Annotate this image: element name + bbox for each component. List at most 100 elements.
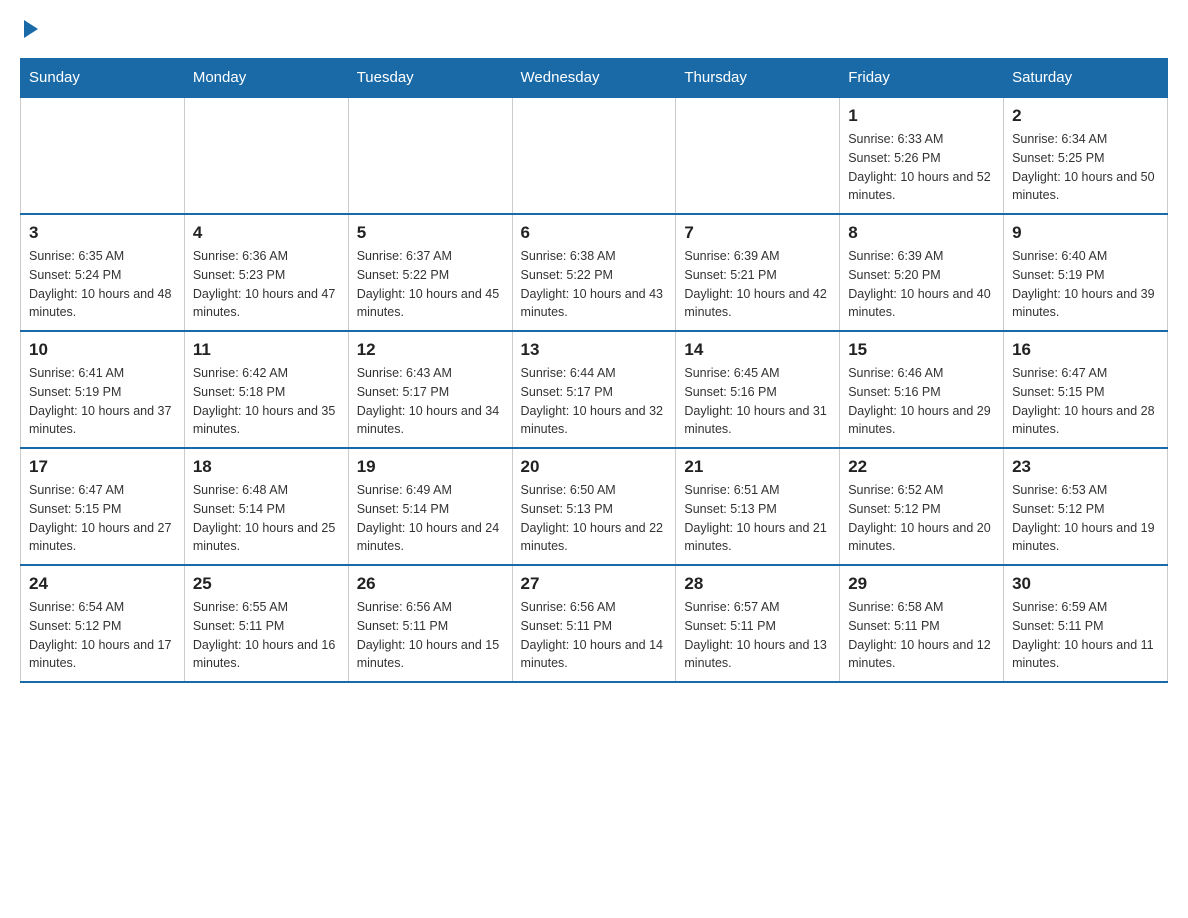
day-number: 19 bbox=[357, 457, 504, 477]
calendar-cell: 16 Sunrise: 6:47 AMSunset: 5:15 PMDayligh… bbox=[1004, 331, 1168, 448]
calendar-cell bbox=[184, 97, 348, 214]
day-info: Sunrise: 6:58 AMSunset: 5:11 PMDaylight:… bbox=[848, 598, 995, 673]
day-info: Sunrise: 6:42 AMSunset: 5:18 PMDaylight:… bbox=[193, 364, 340, 439]
calendar-cell bbox=[512, 97, 676, 214]
day-number: 13 bbox=[521, 340, 668, 360]
calendar-cell: 19Sunrise: 6:49 AMSunset: 5:14 PMDayligh… bbox=[348, 448, 512, 565]
day-number: 6 bbox=[521, 223, 668, 243]
calendar-week-4: 17 Sunrise: 6:47 AMSunset: 5:15 PMDayligh… bbox=[21, 448, 1168, 565]
day-number: 26 bbox=[357, 574, 504, 594]
day-info: Sunrise: 6:51 AMSunset: 5:13 PMDaylight:… bbox=[684, 481, 831, 556]
day-info: Sunrise: 6:54 AMSunset: 5:12 PMDaylight:… bbox=[29, 598, 176, 673]
day-number: 24 bbox=[29, 574, 176, 594]
day-info: Sunrise: 6:53 AMSunset: 5:12 PMDaylight:… bbox=[1012, 481, 1159, 556]
calendar-cell: 2Sunrise: 6:34 AMSunset: 5:25 PMDaylight… bbox=[1004, 97, 1168, 214]
day-info: Sunrise: 6:56 AMSunset: 5:11 PMDaylight:… bbox=[521, 598, 668, 673]
day-info: Sunrise: 6:37 AMSunset: 5:22 PMDaylight:… bbox=[357, 247, 504, 322]
calendar-week-2: 3 Sunrise: 6:35 AMSunset: 5:24 PMDaylight… bbox=[21, 214, 1168, 331]
page-header bbox=[20, 20, 1168, 38]
calendar-table: SundayMondayTuesdayWednesdayThursdayFrid… bbox=[20, 58, 1168, 683]
calendar-cell: 3 Sunrise: 6:35 AMSunset: 5:24 PMDaylight… bbox=[21, 214, 185, 331]
weekday-header-wednesday: Wednesday bbox=[512, 59, 676, 98]
day-info: Sunrise: 6:43 AMSunset: 5:17 PMDaylight:… bbox=[357, 364, 504, 439]
calendar-cell: 17 Sunrise: 6:47 AMSunset: 5:15 PMDayligh… bbox=[21, 448, 185, 565]
calendar-cell: 30 Sunrise: 6:59 AMSunset: 5:11 PMDayligh… bbox=[1004, 565, 1168, 682]
calendar-week-5: 24 Sunrise: 6:54 AMSunset: 5:12 PMDayligh… bbox=[21, 565, 1168, 682]
calendar-cell: 18Sunrise: 6:48 AMSunset: 5:14 PMDayligh… bbox=[184, 448, 348, 565]
day-info: Sunrise: 6:44 AMSunset: 5:17 PMDaylight:… bbox=[521, 364, 668, 439]
weekday-header-saturday: Saturday bbox=[1004, 59, 1168, 98]
day-info: Sunrise: 6:38 AMSunset: 5:22 PMDaylight:… bbox=[521, 247, 668, 322]
calendar-week-3: 10Sunrise: 6:41 AMSunset: 5:19 PMDayligh… bbox=[21, 331, 1168, 448]
day-number: 8 bbox=[848, 223, 995, 243]
weekday-header-thursday: Thursday bbox=[676, 59, 840, 98]
day-number: 23 bbox=[1012, 457, 1159, 477]
day-number: 1 bbox=[848, 106, 995, 126]
calendar-cell: 13 Sunrise: 6:44 AMSunset: 5:17 PMDayligh… bbox=[512, 331, 676, 448]
day-number: 11 bbox=[193, 340, 340, 360]
day-info: Sunrise: 6:39 AMSunset: 5:20 PMDaylight:… bbox=[848, 247, 995, 322]
day-info: Sunrise: 6:46 AMSunset: 5:16 PMDaylight:… bbox=[848, 364, 995, 439]
day-number: 16 bbox=[1012, 340, 1159, 360]
day-info: Sunrise: 6:33 AMSunset: 5:26 PMDaylight:… bbox=[848, 130, 995, 205]
weekday-header-sunday: Sunday bbox=[21, 59, 185, 98]
day-info: Sunrise: 6:36 AMSunset: 5:23 PMDaylight:… bbox=[193, 247, 340, 322]
day-number: 27 bbox=[521, 574, 668, 594]
calendar-cell: 12 Sunrise: 6:43 AMSunset: 5:17 PMDayligh… bbox=[348, 331, 512, 448]
calendar-cell: 11 Sunrise: 6:42 AMSunset: 5:18 PMDayligh… bbox=[184, 331, 348, 448]
day-info: Sunrise: 6:50 AMSunset: 5:13 PMDaylight:… bbox=[521, 481, 668, 556]
day-number: 20 bbox=[521, 457, 668, 477]
day-info: Sunrise: 6:56 AMSunset: 5:11 PMDaylight:… bbox=[357, 598, 504, 673]
calendar-cell: 4 Sunrise: 6:36 AMSunset: 5:23 PMDaylight… bbox=[184, 214, 348, 331]
day-number: 15 bbox=[848, 340, 995, 360]
day-number: 28 bbox=[684, 574, 831, 594]
calendar-cell: 20 Sunrise: 6:50 AMSunset: 5:13 PMDayligh… bbox=[512, 448, 676, 565]
calendar-cell: 5 Sunrise: 6:37 AMSunset: 5:22 PMDaylight… bbox=[348, 214, 512, 331]
calendar-cell bbox=[348, 97, 512, 214]
calendar-cell: 25 Sunrise: 6:55 AMSunset: 5:11 PMDayligh… bbox=[184, 565, 348, 682]
day-number: 22 bbox=[848, 457, 995, 477]
day-number: 17 bbox=[29, 457, 176, 477]
day-number: 3 bbox=[29, 223, 176, 243]
calendar-cell: 28 Sunrise: 6:57 AMSunset: 5:11 PMDayligh… bbox=[676, 565, 840, 682]
logo bbox=[20, 20, 38, 38]
calendar-cell: 27 Sunrise: 6:56 AMSunset: 5:11 PMDayligh… bbox=[512, 565, 676, 682]
day-info: Sunrise: 6:45 AMSunset: 5:16 PMDaylight:… bbox=[684, 364, 831, 439]
calendar-cell: 7 Sunrise: 6:39 AMSunset: 5:21 PMDaylight… bbox=[676, 214, 840, 331]
calendar-cell: 6 Sunrise: 6:38 AMSunset: 5:22 PMDaylight… bbox=[512, 214, 676, 331]
day-number: 5 bbox=[357, 223, 504, 243]
day-info: Sunrise: 6:39 AMSunset: 5:21 PMDaylight:… bbox=[684, 247, 831, 322]
day-info: Sunrise: 6:59 AMSunset: 5:11 PMDaylight:… bbox=[1012, 598, 1159, 673]
day-number: 29 bbox=[848, 574, 995, 594]
day-info: Sunrise: 6:55 AMSunset: 5:11 PMDaylight:… bbox=[193, 598, 340, 673]
calendar-cell: 22 Sunrise: 6:52 AMSunset: 5:12 PMDayligh… bbox=[840, 448, 1004, 565]
calendar-cell bbox=[21, 97, 185, 214]
day-number: 12 bbox=[357, 340, 504, 360]
calendar-cell bbox=[676, 97, 840, 214]
weekday-header-tuesday: Tuesday bbox=[348, 59, 512, 98]
weekday-header-friday: Friday bbox=[840, 59, 1004, 98]
calendar-cell: 10Sunrise: 6:41 AMSunset: 5:19 PMDayligh… bbox=[21, 331, 185, 448]
day-info: Sunrise: 6:52 AMSunset: 5:12 PMDaylight:… bbox=[848, 481, 995, 556]
calendar-cell: 8 Sunrise: 6:39 AMSunset: 5:20 PMDaylight… bbox=[840, 214, 1004, 331]
day-info: Sunrise: 6:35 AMSunset: 5:24 PMDaylight:… bbox=[29, 247, 176, 322]
day-info: Sunrise: 6:47 AMSunset: 5:15 PMDaylight:… bbox=[29, 481, 176, 556]
day-info: Sunrise: 6:47 AMSunset: 5:15 PMDaylight:… bbox=[1012, 364, 1159, 439]
day-info: Sunrise: 6:40 AMSunset: 5:19 PMDaylight:… bbox=[1012, 247, 1159, 322]
day-number: 7 bbox=[684, 223, 831, 243]
weekday-header-row: SundayMondayTuesdayWednesdayThursdayFrid… bbox=[21, 59, 1168, 98]
day-number: 25 bbox=[193, 574, 340, 594]
day-number: 14 bbox=[684, 340, 831, 360]
day-number: 4 bbox=[193, 223, 340, 243]
calendar-cell: 21 Sunrise: 6:51 AMSunset: 5:13 PMDayligh… bbox=[676, 448, 840, 565]
day-number: 10 bbox=[29, 340, 176, 360]
calendar-cell: 15 Sunrise: 6:46 AMSunset: 5:16 PMDayligh… bbox=[840, 331, 1004, 448]
day-info: Sunrise: 6:48 AMSunset: 5:14 PMDaylight:… bbox=[193, 481, 340, 556]
day-info: Sunrise: 6:57 AMSunset: 5:11 PMDaylight:… bbox=[684, 598, 831, 673]
calendar-week-1: 1 Sunrise: 6:33 AMSunset: 5:26 PMDaylight… bbox=[21, 97, 1168, 214]
day-number: 30 bbox=[1012, 574, 1159, 594]
calendar-cell: 29 Sunrise: 6:58 AMSunset: 5:11 PMDayligh… bbox=[840, 565, 1004, 682]
day-number: 21 bbox=[684, 457, 831, 477]
calendar-cell: 23 Sunrise: 6:53 AMSunset: 5:12 PMDayligh… bbox=[1004, 448, 1168, 565]
day-number: 2 bbox=[1012, 106, 1159, 126]
